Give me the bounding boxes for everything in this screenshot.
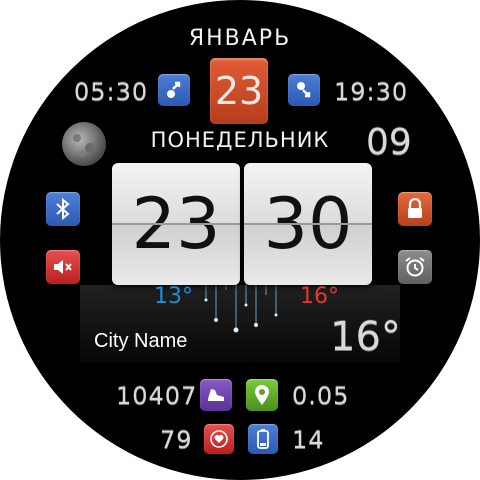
week-number: 09 xyxy=(366,122,412,163)
watch-face: ЯНВАРЬ 05:30 23 19:30 ПОНЕДЕЛЬНИК 09 23 … xyxy=(0,0,480,480)
sunset-time: 19:30 xyxy=(334,78,409,106)
heart-icon[interactable] xyxy=(204,424,234,454)
lock-icon[interactable] xyxy=(398,192,432,226)
location-pin-icon[interactable] xyxy=(246,379,278,411)
battery-icon[interactable] xyxy=(248,424,278,454)
temp-high: 16° xyxy=(300,284,339,309)
speaker-mute-icon[interactable] xyxy=(46,250,80,284)
heart-rate-value: 79 xyxy=(160,426,193,454)
hours-flip-card: 23 xyxy=(112,163,240,285)
alarm-clock-icon[interactable] xyxy=(398,250,432,284)
shoe-icon[interactable] xyxy=(200,379,232,411)
bluetooth-icon[interactable] xyxy=(46,192,80,226)
sunset-arrow-icon[interactable] xyxy=(288,74,320,106)
current-temp: 16° xyxy=(330,314,401,360)
distance-value: 0.05 xyxy=(292,382,350,410)
city-name: City Name xyxy=(94,330,188,352)
month-label: ЯНВАРЬ xyxy=(188,26,292,51)
steps-count: 10407 xyxy=(116,382,198,410)
temp-low: 13° xyxy=(154,284,193,309)
battery-value: 14 xyxy=(292,426,325,454)
minutes-flip-card: 30 xyxy=(244,163,372,285)
sunrise-time: 05:30 xyxy=(74,78,149,106)
sunrise-arrow-icon[interactable] xyxy=(158,74,190,106)
date-day-tile[interactable]: 23 xyxy=(210,58,268,124)
